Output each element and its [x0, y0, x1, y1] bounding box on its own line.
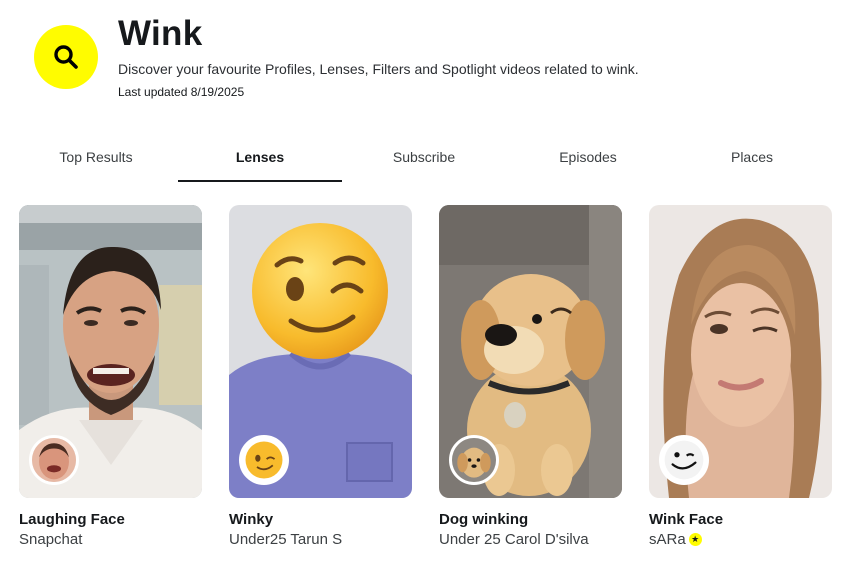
search-badge[interactable]: [34, 25, 98, 89]
lens-author[interactable]: Snapchat: [19, 531, 202, 548]
lens-card-winky[interactable]: Winky Under25 Tarun S: [229, 205, 412, 548]
tab-top-results[interactable]: Top Results: [14, 134, 178, 180]
lens-thumbnail[interactable]: [19, 205, 202, 498]
wink-face-avatar-image: [664, 440, 704, 480]
lens-author-name: Under25 Tarun S: [229, 531, 343, 548]
lens-card-wink-face[interactable]: Wink Face sARa ★: [649, 205, 832, 548]
lens-author[interactable]: Under 25 Carol D'silva: [439, 531, 622, 548]
lens-author-name: Snapchat: [19, 531, 83, 548]
tab-episodes[interactable]: Episodes: [506, 134, 670, 180]
winky-emoji-avatar-image: [245, 441, 283, 479]
tab-bar: Top Results Lenses Subscribe Episodes Pl…: [14, 134, 834, 182]
lens-name[interactable]: Wink Face: [649, 511, 832, 528]
last-updated: Last updated 8/19/2025: [118, 85, 245, 99]
page-subtitle: Discover your favourite Profiles, Lenses…: [118, 61, 639, 77]
creator-avatar[interactable]: [29, 435, 79, 485]
tab-lenses[interactable]: Lenses: [178, 134, 342, 182]
lens-name[interactable]: Laughing Face: [19, 511, 202, 528]
star-icon: ★: [688, 533, 702, 546]
lens-name[interactable]: Dog winking: [439, 511, 622, 528]
lens-thumbnail[interactable]: [439, 205, 622, 498]
page-title: Wink: [118, 14, 203, 53]
creator-avatar[interactable]: [659, 435, 709, 485]
laughing-face-avatar-image: [32, 438, 76, 482]
lens-author-name: Under 25 Carol D'silva: [439, 531, 589, 548]
lens-author-name: sARa: [649, 531, 686, 548]
lens-name[interactable]: Winky: [229, 511, 412, 528]
search-icon: [54, 45, 78, 69]
lens-thumbnail[interactable]: [649, 205, 832, 498]
tab-subscribe[interactable]: Subscribe: [342, 134, 506, 180]
lens-author[interactable]: Under25 Tarun S: [229, 531, 412, 548]
tab-places[interactable]: Places: [670, 134, 834, 180]
creator-avatar[interactable]: [449, 435, 499, 485]
page-header: Wink Discover your favourite Profiles, L…: [0, 0, 847, 120]
lens-thumbnail[interactable]: [229, 205, 412, 498]
lens-author[interactable]: sARa ★: [649, 531, 832, 548]
lens-card-dog-winking[interactable]: Dog winking Under 25 Carol D'silva: [439, 205, 622, 548]
creator-avatar[interactable]: [239, 435, 289, 485]
lens-card-laughing-face[interactable]: Laughing Face Snapchat: [19, 205, 202, 548]
puppy-avatar-image: [452, 438, 496, 482]
